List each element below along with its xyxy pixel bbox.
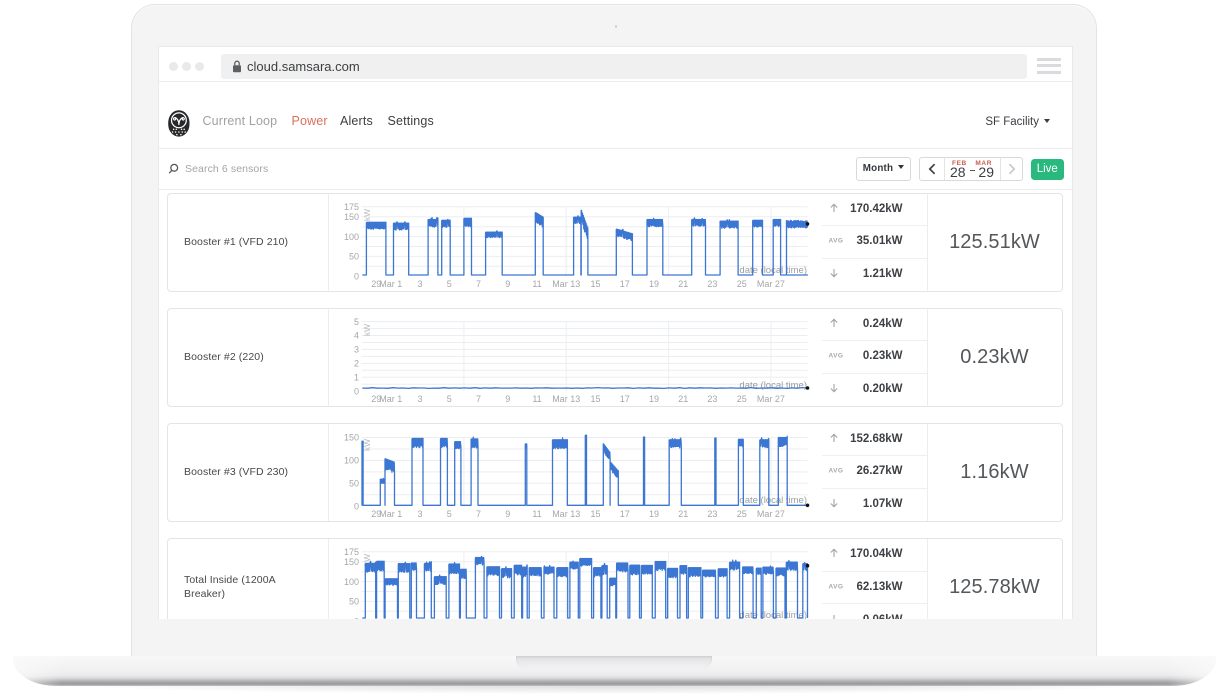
svg-text:3: 3 <box>353 344 358 354</box>
svg-text:175: 175 <box>343 202 358 212</box>
svg-text:Mar 1: Mar 1 <box>379 279 402 289</box>
svg-text:9: 9 <box>505 509 510 519</box>
svg-text:23: 23 <box>707 394 717 404</box>
svg-text:kW: kW <box>362 323 372 335</box>
svg-text:25: 25 <box>736 509 746 519</box>
svg-text:3: 3 <box>417 509 422 519</box>
svg-text:11: 11 <box>532 394 541 404</box>
svg-text:Mar 13: Mar 13 <box>552 394 580 404</box>
svg-text:15: 15 <box>590 394 600 404</box>
svg-text:5: 5 <box>446 394 451 404</box>
svg-text:Mar 13: Mar 13 <box>552 509 580 519</box>
svg-text:17: 17 <box>619 509 629 519</box>
svg-text:9: 9 <box>505 279 510 289</box>
svg-text:150: 150 <box>343 432 358 442</box>
svg-text:1: 1 <box>353 372 358 382</box>
svg-text:Mar 13: Mar 13 <box>552 279 580 289</box>
svg-text:4: 4 <box>353 330 358 340</box>
svg-text:7: 7 <box>475 509 480 519</box>
svg-text:0: 0 <box>353 616 358 619</box>
svg-text:50: 50 <box>348 478 358 488</box>
svg-text:21: 21 <box>678 394 688 404</box>
svg-text:Mar 1: Mar 1 <box>379 509 402 519</box>
svg-text:23: 23 <box>707 509 717 519</box>
svg-text:19: 19 <box>648 279 658 289</box>
svg-text:11: 11 <box>532 279 541 289</box>
svg-text:0: 0 <box>353 501 358 511</box>
svg-text:Mar 27: Mar 27 <box>756 509 784 519</box>
svg-text:7: 7 <box>475 279 480 289</box>
svg-text:5: 5 <box>446 279 451 289</box>
svg-text:Mar 1: Mar 1 <box>379 394 402 404</box>
svg-text:19: 19 <box>648 509 658 519</box>
svg-text:100: 100 <box>343 577 358 587</box>
svg-text:Mar 27: Mar 27 <box>756 394 784 404</box>
svg-text:kW: kW <box>362 208 372 220</box>
svg-text:150: 150 <box>343 212 358 222</box>
svg-text:3: 3 <box>417 279 422 289</box>
svg-text:date (local time): date (local time) <box>739 380 807 391</box>
svg-text:2: 2 <box>353 358 358 368</box>
svg-text:175: 175 <box>343 547 358 557</box>
svg-text:17: 17 <box>619 394 629 404</box>
svg-text:0: 0 <box>353 386 358 396</box>
svg-text:23: 23 <box>707 279 717 289</box>
svg-text:5: 5 <box>353 316 358 326</box>
svg-text:21: 21 <box>678 509 688 519</box>
svg-text:9: 9 <box>505 394 510 404</box>
svg-text:100: 100 <box>343 455 358 465</box>
svg-text:21: 21 <box>678 279 688 289</box>
svg-text:0: 0 <box>353 271 358 281</box>
svg-text:Mar 27: Mar 27 <box>756 279 784 289</box>
svg-text:100: 100 <box>343 231 358 241</box>
svg-text:date (local time): date (local time) <box>739 495 807 506</box>
svg-text:5: 5 <box>446 509 451 519</box>
svg-text:50: 50 <box>348 251 358 261</box>
svg-text:19: 19 <box>648 394 658 404</box>
svg-text:25: 25 <box>736 279 746 289</box>
svg-text:7: 7 <box>475 394 480 404</box>
svg-text:11: 11 <box>532 509 541 519</box>
svg-text:3: 3 <box>417 394 422 404</box>
svg-text:50: 50 <box>348 597 358 607</box>
svg-text:15: 15 <box>590 279 600 289</box>
svg-text:150: 150 <box>343 557 358 567</box>
svg-text:15: 15 <box>590 509 600 519</box>
svg-text:17: 17 <box>619 279 629 289</box>
svg-text:25: 25 <box>736 394 746 404</box>
